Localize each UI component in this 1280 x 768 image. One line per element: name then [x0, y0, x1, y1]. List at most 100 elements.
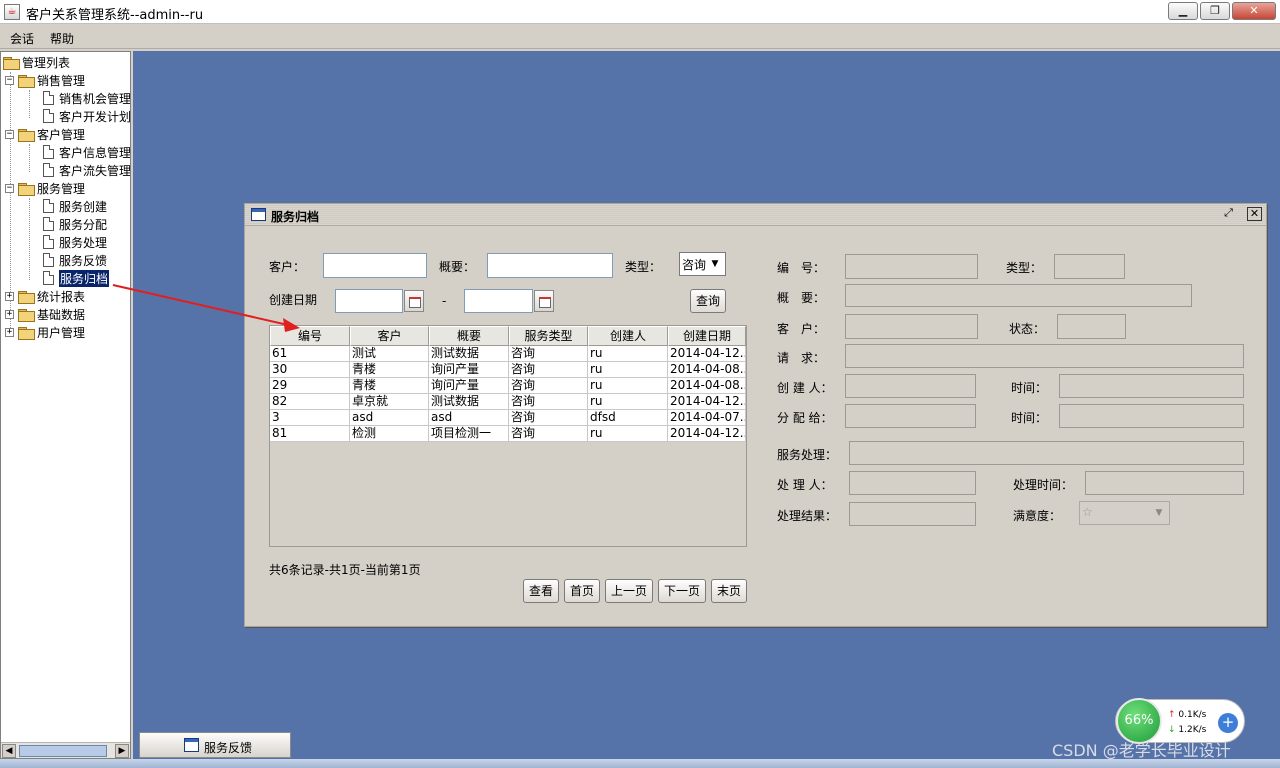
- nav-tree: 管理列表 − 销售管理 销售机会管理 客户开发计划 − 客户管理 客户信息管理 …: [0, 51, 131, 759]
- cell-customer: 青楼: [350, 378, 429, 394]
- file-icon: [43, 91, 54, 105]
- table-row[interactable]: 30 青楼 询问产量 咨询 ru 2014-04-08...: [270, 362, 746, 378]
- folder-open-icon: [18, 182, 35, 196]
- detail-assignee-label: 分 配 给：: [777, 411, 833, 425]
- tree-group-label: 统计报表: [37, 289, 86, 304]
- type-select[interactable]: 咨询 ▼: [679, 252, 726, 276]
- expand-icon[interactable]: +: [5, 327, 14, 337]
- cell-id: 61: [270, 346, 350, 362]
- cell-type: 咨询: [509, 346, 588, 362]
- tree-group-basedata[interactable]: + 基础数据: [5, 305, 85, 323]
- tree-item-service-feedback[interactable]: 服务反馈: [43, 251, 107, 269]
- type-select-value: 咨询: [682, 258, 707, 272]
- tree-group-sales[interactable]: − 销售管理: [5, 71, 85, 89]
- tree-item-sales-opportunity[interactable]: 销售机会管理: [43, 89, 131, 107]
- first-page-button[interactable]: 首页: [564, 579, 600, 603]
- window-title: 客户关系管理系统--admin--ru: [26, 8, 204, 23]
- tree-group-service[interactable]: − 服务管理: [5, 179, 85, 197]
- chevron-down-icon[interactable]: ▼: [707, 255, 723, 273]
- close-button[interactable]: ✕: [1232, 2, 1276, 20]
- customer-input[interactable]: [323, 253, 427, 278]
- cell-creator: ru: [588, 346, 668, 362]
- view-button[interactable]: 查看: [523, 579, 559, 603]
- prev-page-button[interactable]: 上一页: [605, 579, 653, 603]
- restore-icon[interactable]: ⤢: [1221, 207, 1236, 221]
- collapse-icon[interactable]: −: [5, 183, 14, 193]
- table-row[interactable]: 3 asd asd 咨询 dfsd 2014-04-07...: [270, 410, 746, 426]
- cell-id: 82: [270, 394, 350, 410]
- download-speed-value: 1.2K/s: [1178, 725, 1207, 735]
- col-header-created-date[interactable]: 创建日期: [668, 326, 746, 346]
- summary-input[interactable]: [487, 253, 613, 278]
- calendar-icon[interactable]: [404, 290, 424, 312]
- type-label: 类型：: [625, 260, 662, 274]
- minimize-button[interactable]: ▁: [1168, 2, 1198, 20]
- tree-group-label: 客户管理: [37, 127, 86, 142]
- satisfaction-select: ☆ ▼: [1079, 501, 1170, 525]
- tree-item-customer-info[interactable]: 客户信息管理: [43, 143, 130, 161]
- expand-icon[interactable]: +: [5, 309, 14, 319]
- tree-item-customer-loss[interactable]: 客户流失管理: [43, 161, 130, 179]
- next-page-button[interactable]: 下一页: [658, 579, 706, 603]
- expand-icon[interactable]: +: [5, 291, 14, 301]
- calendar-icon[interactable]: [534, 290, 554, 312]
- detail-handler-label: 处 理 人：: [777, 478, 833, 492]
- close-icon[interactable]: ✕: [1247, 207, 1262, 221]
- table-row[interactable]: 61 测试 测试数据 咨询 ru 2014-04-12...: [270, 346, 746, 362]
- detail-result-label: 处理结果：: [777, 509, 838, 523]
- cell-created-date: 2014-04-07...: [668, 410, 746, 426]
- date-separator: -: [442, 294, 447, 308]
- tree-item-label: 服务反馈: [59, 253, 108, 268]
- detail-handler-field: [849, 471, 976, 495]
- cell-customer: 测试: [350, 346, 429, 362]
- window-icon: [251, 208, 266, 221]
- detail-handle-time-field: [1085, 471, 1244, 495]
- collapse-icon[interactable]: −: [5, 75, 14, 85]
- tree-group-label: 基础数据: [37, 307, 86, 322]
- tree-item-service-archive[interactable]: 服务归档: [43, 269, 110, 287]
- tree-item-service-handle[interactable]: 服务处理: [43, 233, 107, 251]
- scroll-left-icon[interactable]: ◀: [2, 744, 16, 758]
- tree-item-label: 销售机会管理: [59, 91, 131, 106]
- tree-item-label: 客户开发计划: [59, 109, 131, 124]
- minimized-frame-service-feedback[interactable]: 服务反馈: [139, 732, 291, 758]
- tree-item-dev-plan[interactable]: 客户开发计划: [43, 107, 131, 125]
- col-header-type[interactable]: 服务类型: [509, 326, 588, 346]
- table-row[interactable]: 29 青楼 询问产量 咨询 ru 2014-04-08...: [270, 378, 746, 394]
- cell-customer: 检测: [350, 426, 429, 442]
- tree-horizontal-scrollbar[interactable]: ◀ ▶: [1, 742, 130, 758]
- menu-session[interactable]: 会话: [10, 30, 34, 47]
- table-row[interactable]: 81 检测 项目检测一 咨询 ru 2014-04-12...: [270, 426, 746, 442]
- col-header-creator[interactable]: 创建人: [588, 326, 668, 346]
- last-page-button[interactable]: 末页: [711, 579, 747, 603]
- tree-item-label: 服务分配: [59, 217, 108, 232]
- cell-created-date: 2014-04-12...: [668, 346, 746, 362]
- tree-item-service-create[interactable]: 服务创建: [43, 197, 107, 215]
- scroll-right-icon[interactable]: ▶: [115, 744, 129, 758]
- tree-group-customer[interactable]: − 客户管理: [5, 125, 85, 143]
- tree-group-reports[interactable]: + 统计报表: [5, 287, 85, 305]
- frame-title-bar[interactable]: 服务归档 ⤢ ✕: [245, 204, 1266, 226]
- query-button[interactable]: 查询: [690, 289, 726, 313]
- detail-assign-time-field: [1059, 404, 1244, 428]
- folder-icon: [18, 308, 35, 322]
- start-date-input[interactable]: [335, 289, 403, 313]
- detail-assign-time-label: 时间：: [1011, 411, 1048, 425]
- menu-help[interactable]: 帮助: [50, 30, 74, 47]
- collapse-icon[interactable]: −: [5, 129, 14, 139]
- col-header-id[interactable]: 编号: [270, 326, 350, 346]
- col-header-customer[interactable]: 客户: [350, 326, 429, 346]
- watermark: CSDN @老学长毕业设计: [1052, 741, 1231, 760]
- cell-type: 咨询: [509, 410, 588, 426]
- plus-icon[interactable]: +: [1218, 713, 1238, 733]
- table-row[interactable]: 82 卓京就 测试数据 咨询 ru 2014-04-12...: [270, 394, 746, 410]
- scroll-thumb[interactable]: [19, 745, 107, 757]
- tree-item-service-assign[interactable]: 服务分配: [43, 215, 107, 233]
- col-header-summary[interactable]: 概要: [429, 326, 509, 346]
- tree-group-users[interactable]: + 用户管理: [5, 323, 85, 341]
- tree-item-label: 服务处理: [59, 235, 108, 250]
- tree-root[interactable]: 管理列表: [3, 53, 70, 71]
- arrow-up-icon: ↑: [1168, 710, 1176, 720]
- end-date-input[interactable]: [464, 289, 533, 313]
- maximize-button[interactable]: ❐: [1200, 2, 1230, 20]
